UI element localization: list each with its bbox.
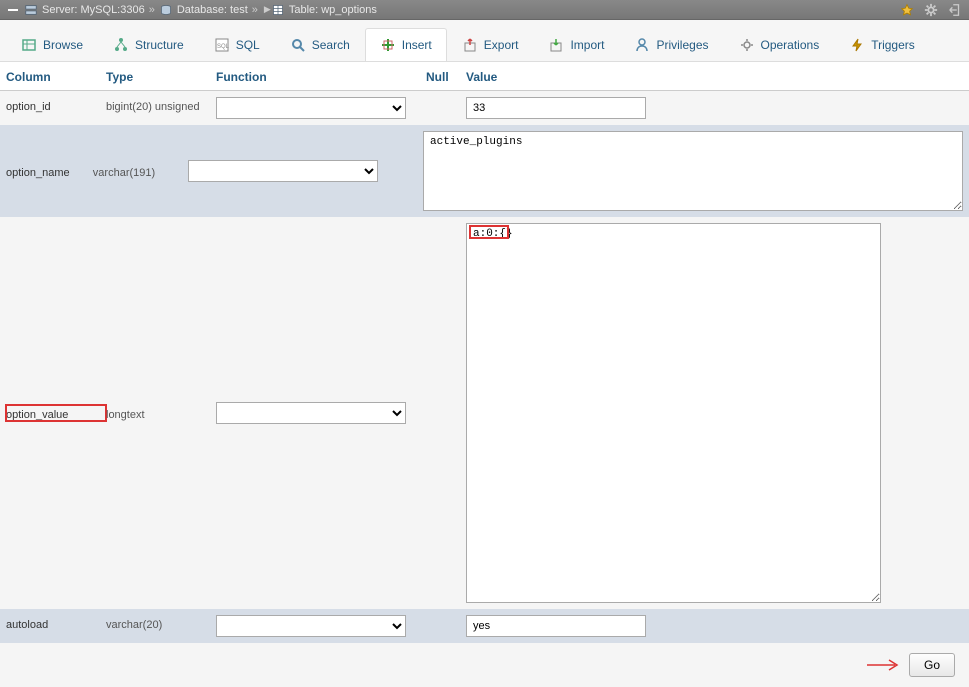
tab-bar: Browse Structure SQL SQL Search Insert Export I… — [0, 20, 969, 62]
tab-label: Operations — [761, 38, 820, 52]
header-column: Column — [6, 70, 106, 84]
value-input[interactable] — [466, 97, 646, 119]
form-footer: Go — [0, 643, 969, 687]
value-input[interactable]: active_plugins — [423, 131, 963, 211]
field-row-option_value: option_valuelongtext a:0:{} — [0, 217, 969, 609]
expand-icon[interactable]: ▶ — [264, 4, 271, 15]
exit-icon[interactable] — [947, 2, 963, 18]
tab-triggers[interactable]: Triggers — [834, 28, 930, 61]
privileges-icon — [634, 37, 650, 53]
column-headers: Column Type Function Null Value — [0, 62, 969, 91]
value-input[interactable]: a:0:{} — [466, 223, 881, 603]
breadcrumb-table[interactable]: Table: wp_options — [289, 4, 377, 16]
tab-export[interactable]: Export — [447, 28, 534, 61]
go-button[interactable]: Go — [909, 653, 955, 677]
sql-icon: SQL — [214, 37, 230, 53]
column-name: autoload — [6, 615, 106, 631]
breadcrumb-database[interactable]: Database: test — [177, 4, 248, 16]
value-input[interactable] — [466, 615, 646, 637]
browse-icon — [21, 37, 37, 53]
structure-icon — [113, 37, 129, 53]
insert-icon — [380, 37, 396, 53]
column-type: varchar(191) — [93, 163, 188, 179]
tab-insert[interactable]: Insert — [365, 28, 447, 61]
triggers-icon — [849, 37, 865, 53]
tab-label: Privileges — [656, 38, 708, 52]
tab-label: Structure — [135, 38, 184, 52]
tab-label: SQL — [236, 38, 260, 52]
function-select[interactable] — [216, 615, 406, 637]
field-row-option_id: option_idbigint(20) unsigned — [0, 91, 969, 125]
tab-label: Browse — [43, 38, 83, 52]
gear-icon[interactable] — [923, 2, 939, 18]
favorite-icon[interactable] — [899, 2, 915, 18]
tab-structure[interactable]: Structure — [98, 28, 199, 61]
header-function: Function — [216, 70, 416, 84]
breadcrumb-bar: Server: MySQL:3306 » Database: test » ▶ … — [0, 0, 969, 20]
header-value: Value — [466, 70, 963, 84]
tab-privileges[interactable]: Privileges — [619, 28, 723, 61]
tab-operations[interactable]: Operations — [724, 28, 835, 61]
operations-icon — [739, 37, 755, 53]
arrow-icon — [867, 658, 901, 672]
export-icon — [462, 37, 478, 53]
tab-label: Insert — [402, 38, 432, 52]
column-type: longtext — [106, 405, 216, 421]
tab-import[interactable]: Import — [533, 28, 619, 61]
header-type: Type — [106, 70, 216, 84]
column-name: option_name — [6, 163, 93, 179]
function-select[interactable] — [188, 160, 378, 182]
import-icon — [548, 37, 564, 53]
column-type: bigint(20) unsigned — [106, 97, 216, 113]
table-icon — [271, 3, 285, 17]
header-null: Null — [416, 70, 466, 84]
function-select[interactable] — [216, 402, 406, 424]
breadcrumb-sep: » — [149, 4, 155, 16]
column-name: option_id — [6, 97, 106, 113]
tab-label: Search — [312, 38, 350, 52]
database-icon — [159, 3, 173, 17]
svg-text:SQL: SQL — [217, 44, 230, 50]
tab-search[interactable]: Search — [275, 28, 365, 61]
collapse-icon[interactable] — [6, 3, 20, 17]
tab-sql[interactable]: SQL SQL — [199, 28, 275, 61]
field-row-autoload: autoloadvarchar(20) — [0, 609, 969, 643]
tab-label: Import — [570, 38, 604, 52]
server-icon — [24, 3, 38, 17]
field-row-option_name: option_namevarchar(191) active_plugins — [0, 125, 969, 217]
breadcrumb-sep: » — [252, 4, 258, 16]
function-select[interactable] — [216, 97, 406, 119]
column-name: option_value — [6, 405, 106, 421]
column-type: varchar(20) — [106, 615, 216, 631]
tab-label: Triggers — [871, 38, 915, 52]
tab-label: Export — [484, 38, 519, 52]
tab-browse[interactable]: Browse — [6, 28, 98, 61]
breadcrumb-server[interactable]: Server: MySQL:3306 — [42, 4, 145, 16]
search-icon — [290, 37, 306, 53]
